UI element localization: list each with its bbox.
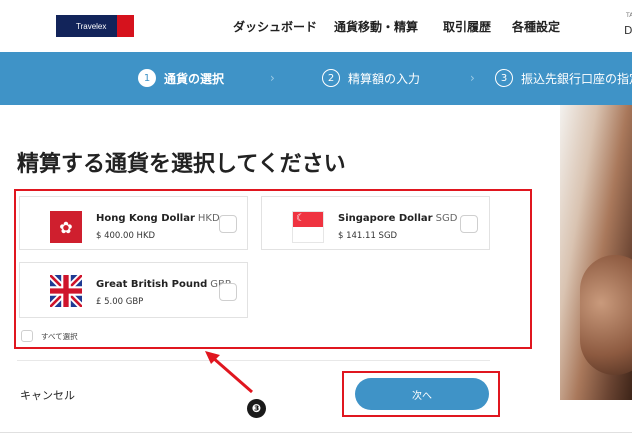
progress-steps: 1 通貨の選択 › 2 精算額の入力 › 3 振込先銀行口座の指定 xyxy=(0,52,632,105)
top-header: Travelex ダッシュボード 通貨移動・精算 取引履歴 各種設定 TA D xyxy=(0,0,632,53)
step-number: 1 xyxy=(138,69,156,87)
nav-settings[interactable]: 各種設定 xyxy=(512,18,560,35)
step-marker-badge: ❸ xyxy=(247,399,266,418)
step-label: 振込先銀行口座の指定 xyxy=(521,71,632,86)
step-2: 2 精算額の入力 xyxy=(322,69,420,87)
nav-dashboard[interactable]: ダッシュボード xyxy=(233,18,317,35)
logo-text: Travelex xyxy=(76,21,107,31)
travelex-logo[interactable]: Travelex xyxy=(56,15,134,37)
step-3: 3 振込先銀行口座の指定 xyxy=(495,69,632,87)
nav-history[interactable]: 取引履歴 xyxy=(443,18,491,35)
annotation-arrow-icon xyxy=(205,351,253,394)
currency-highlight-box xyxy=(14,189,532,349)
header-account-label: TA xyxy=(626,12,632,19)
hand-photo-detail xyxy=(580,255,632,375)
next-button-highlight-box xyxy=(342,371,500,417)
page-title: 精算する通貨を選択してください xyxy=(17,152,346,177)
chevron-right-icon: › xyxy=(270,71,275,85)
step-label: 精算額の入力 xyxy=(348,71,421,86)
step-number: 3 xyxy=(495,69,513,87)
chevron-right-icon: › xyxy=(470,71,475,85)
cancel-link[interactable]: キャンセル xyxy=(20,387,75,403)
header-account-value[interactable]: D xyxy=(624,24,632,37)
nav-transfer-settlement[interactable]: 通貨移動・精算 xyxy=(334,18,418,35)
hero-photo xyxy=(560,105,632,400)
step-number: 2 xyxy=(322,69,340,87)
step-1: 1 通貨の選択 xyxy=(138,69,224,87)
logo-red-block xyxy=(117,15,134,37)
step-label: 通貨の選択 xyxy=(164,71,225,86)
